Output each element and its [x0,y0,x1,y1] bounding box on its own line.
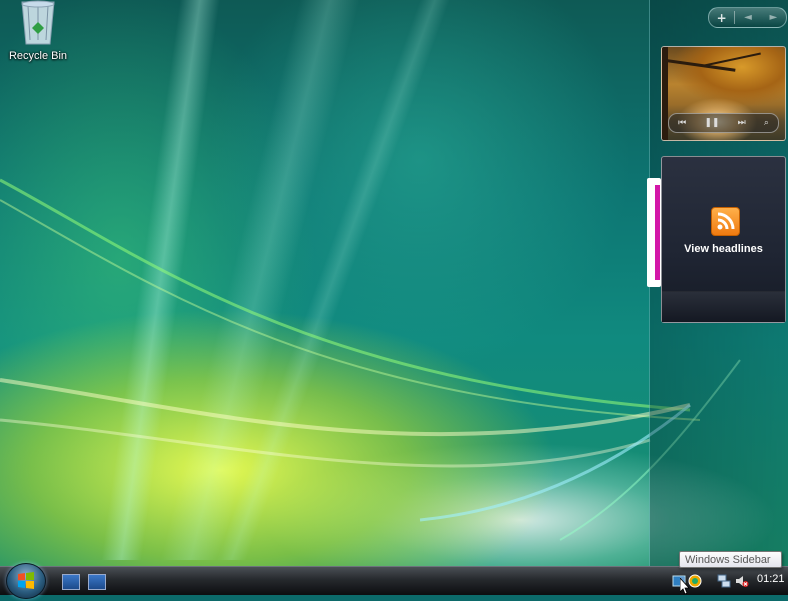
add-gadget-button[interactable]: + [709,11,734,25]
windows-logo-icon [18,572,34,589]
taskbar: 01:21 [0,563,788,599]
quick-launch [62,574,106,590]
mouse-cursor-icon [680,578,690,594]
recycle-bin-icon [21,0,55,45]
accent-bar [655,185,660,280]
view-icon[interactable]: ⌕ [764,118,769,128]
recycle-bin-label: Recycle Bin [8,50,68,62]
next-icon[interactable]: ⏭ [738,118,746,128]
tree-image-detail [701,52,761,67]
gadget-drag-indicator [647,178,661,287]
desktop-icon-recycle-bin[interactable]: Recycle Bin [4,0,72,70]
sidebar-controls: + ◄ ► [708,7,787,28]
gadget-footer [662,291,785,322]
previous-icon[interactable]: ⏮ [678,118,686,128]
next-page-button[interactable]: ► [761,12,786,23]
view-headlines-link[interactable]: View headlines [662,243,785,255]
show-desktop-icon[interactable] [62,574,80,590]
tooltip: Windows Sidebar [679,551,782,568]
previous-page-button[interactable]: ◄ [735,12,760,23]
clock[interactable]: 01:21 [757,573,785,585]
network-icon[interactable] [717,574,731,588]
volume-muted-icon[interactable] [735,574,749,588]
windows-defender-icon[interactable] [688,574,702,588]
slideshow-gadget[interactable]: ⏮ ❚❚ ⏭ ⌕ [661,46,786,141]
pause-icon[interactable]: ❚❚ [704,118,719,128]
slideshow-controls: ⏮ ❚❚ ⏭ ⌕ [668,113,779,133]
feed-headlines-gadget[interactable]: View headlines [661,156,786,323]
switch-windows-icon[interactable] [88,574,106,590]
rss-feed-icon [711,207,740,236]
